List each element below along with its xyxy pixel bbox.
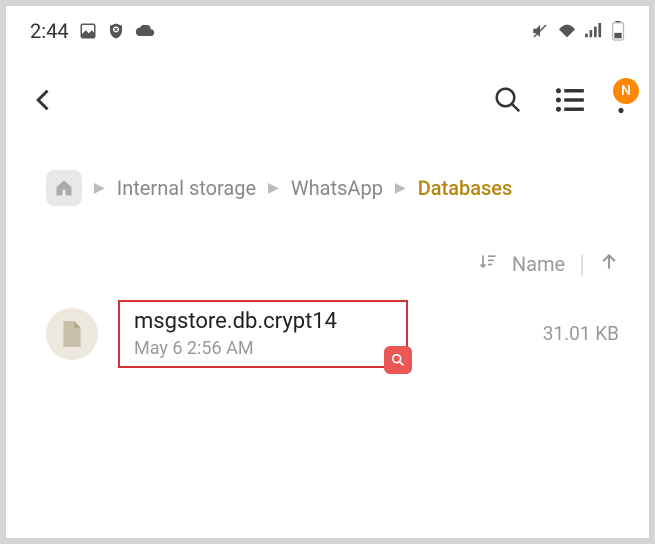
sort-label[interactable]: Name (512, 252, 565, 276)
sort-direction-button[interactable] (599, 252, 619, 277)
search-button[interactable] (493, 85, 523, 119)
highlight-box: msgstore.db.crypt14 May 6 2:56 AM (118, 300, 408, 368)
toolbar: N (6, 52, 649, 142)
back-button[interactable] (30, 86, 58, 118)
mute-icon (531, 22, 549, 40)
breadcrumb-home[interactable] (46, 170, 82, 206)
status-left: 2:44 (30, 19, 155, 43)
breadcrumb-item[interactable]: Internal storage (117, 176, 256, 200)
sort-row: Name | (6, 226, 649, 288)
breadcrumb: ▶ Internal storage ▶ WhatsApp ▶ Database… (6, 142, 649, 226)
shield-icon (107, 22, 125, 40)
magnify-icon (384, 346, 412, 374)
wifi-icon (557, 23, 577, 39)
file-icon (46, 308, 98, 360)
view-toggle-button[interactable] (555, 87, 585, 117)
chevron-right-icon: ▶ (395, 180, 406, 196)
breadcrumb-item[interactable]: WhatsApp (291, 176, 383, 200)
divider: | (579, 250, 585, 278)
status-time: 2:44 (30, 19, 69, 43)
file-name: msgstore.db.crypt14 (134, 308, 392, 337)
chevron-right-icon: ▶ (268, 180, 279, 196)
cloud-icon (135, 24, 155, 38)
file-date: May 6 2:56 AM (134, 337, 392, 360)
chevron-right-icon: ▶ (94, 180, 105, 196)
notification-badge: N (613, 78, 639, 104)
image-icon (79, 22, 97, 40)
status-bar: 2:44 (6, 6, 649, 52)
sort-icon[interactable] (478, 252, 498, 277)
file-size: 31.01 KB (519, 322, 619, 345)
breadcrumb-current: Databases (418, 176, 513, 200)
battery-icon (611, 21, 625, 41)
status-right (531, 21, 625, 41)
signal-icon (585, 23, 603, 39)
file-row[interactable]: msgstore.db.crypt14 May 6 2:56 AM 31.01 … (6, 288, 649, 380)
